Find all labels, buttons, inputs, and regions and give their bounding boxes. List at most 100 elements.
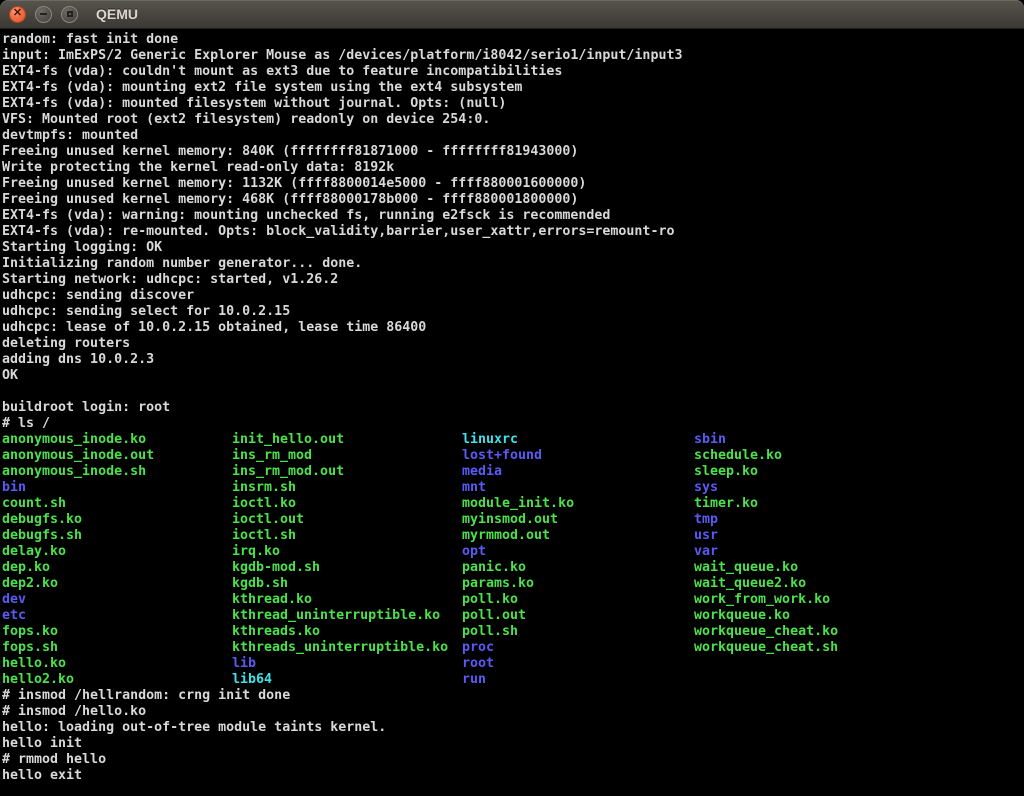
file-entry: root bbox=[462, 656, 694, 672]
log-line: hello exit bbox=[2, 768, 1024, 784]
ls-row: anonymous_inode.koinit_hello.outlinuxrcs… bbox=[2, 432, 1024, 448]
file-entry: var bbox=[694, 544, 1024, 560]
file-entry: anonymous_inode.ko bbox=[2, 432, 232, 448]
log-line: deleting routers bbox=[2, 336, 1024, 352]
file-entry: ioctl.out bbox=[232, 512, 462, 528]
ls-row: hello.kolibroot bbox=[2, 656, 1024, 672]
log-line: OK bbox=[2, 368, 1024, 384]
file-entry: irq.ko bbox=[232, 544, 462, 560]
file-entry: sbin bbox=[694, 432, 1024, 448]
file-entry: workqueue.ko bbox=[694, 608, 1024, 624]
log-line: EXT4-fs (vda): mounted filesystem withou… bbox=[2, 96, 1024, 112]
ls-row: debugfs.shioctl.shmyrmmod.outusr bbox=[2, 528, 1024, 544]
file-entry: fops.ko bbox=[2, 624, 232, 640]
file-entry: myinsmod.out bbox=[462, 512, 694, 528]
log-line: Starting network: udhcpc: started, v1.26… bbox=[2, 272, 1024, 288]
file-entry: poll.sh bbox=[462, 624, 694, 640]
log-line: # insmod /hellrandom: crng init done bbox=[2, 688, 1024, 704]
maximize-icon bbox=[67, 11, 73, 17]
ls-row: count.shioctl.komodule_init.kotimer.ko bbox=[2, 496, 1024, 512]
ls-row: devkthread.kopoll.kowork_from_work.ko bbox=[2, 592, 1024, 608]
file-entry: etc bbox=[2, 608, 232, 624]
file-entry: work_from_work.ko bbox=[694, 592, 1024, 608]
boot-log: random: fast init doneinput: ImExPS/2 Ge… bbox=[2, 32, 1024, 432]
log-line: EXT4-fs (vda): warning: mounting uncheck… bbox=[2, 208, 1024, 224]
file-entry: media bbox=[462, 464, 694, 480]
log-line: EXT4-fs (vda): couldn't mount as ext3 du… bbox=[2, 64, 1024, 80]
log-line: EXT4-fs (vda): mounting ext2 file system… bbox=[2, 80, 1024, 96]
file-entry: params.ko bbox=[462, 576, 694, 592]
empty-cell bbox=[694, 672, 1024, 688]
shell-output: # insmod /hellrandom: crng init done# in… bbox=[2, 688, 1024, 784]
close-icon: ✕ bbox=[13, 8, 22, 19]
file-entry: lib64 bbox=[232, 672, 462, 688]
file-entry: hello2.ko bbox=[2, 672, 232, 688]
log-line: Write protecting the kernel read-only da… bbox=[2, 160, 1024, 176]
log-line: buildroot login: root bbox=[2, 400, 1024, 416]
file-entry: kthreads_uninterruptible.ko bbox=[232, 640, 462, 656]
ls-row: bininsrm.shmntsys bbox=[2, 480, 1024, 496]
file-entry: bin bbox=[2, 480, 232, 496]
log-line: Starting logging: OK bbox=[2, 240, 1024, 256]
file-entry: fops.sh bbox=[2, 640, 232, 656]
file-entry: tmp bbox=[694, 512, 1024, 528]
file-entry: poll.ko bbox=[462, 592, 694, 608]
file-entry: kthreads.ko bbox=[232, 624, 462, 640]
ls-row: dep.kokgdb-mod.shpanic.kowait_queue.ko bbox=[2, 560, 1024, 576]
file-entry: linuxrc bbox=[462, 432, 694, 448]
ls-row: anonymous_inode.outins_rm_modlost+founds… bbox=[2, 448, 1024, 464]
log-line: hello init bbox=[2, 736, 1024, 752]
file-entry: dev bbox=[2, 592, 232, 608]
minimize-button[interactable] bbox=[35, 6, 52, 23]
log-line: # insmod /hello.ko bbox=[2, 704, 1024, 720]
log-line: adding dns 10.0.2.3 bbox=[2, 352, 1024, 368]
file-entry: wait_queue.ko bbox=[694, 560, 1024, 576]
log-line: EXT4-fs (vda): re-mounted. Opts: block_v… bbox=[2, 224, 1024, 240]
file-entry: ioctl.sh bbox=[232, 528, 462, 544]
file-entry: debugfs.sh bbox=[2, 528, 232, 544]
file-entry: module_init.ko bbox=[462, 496, 694, 512]
terminal-console[interactable]: random: fast init doneinput: ImExPS/2 Ge… bbox=[0, 30, 1024, 796]
log-line: Freeing unused kernel memory: 1132K (fff… bbox=[2, 176, 1024, 192]
file-entry: sys bbox=[694, 480, 1024, 496]
empty-cell bbox=[694, 656, 1024, 672]
file-entry: dep.ko bbox=[2, 560, 232, 576]
maximize-button[interactable] bbox=[61, 6, 78, 23]
log-line: Initializing random number generator... … bbox=[2, 256, 1024, 272]
file-entry: delay.ko bbox=[2, 544, 232, 560]
window-title: QEMU bbox=[96, 6, 138, 22]
file-entry: myrmmod.out bbox=[462, 528, 694, 544]
ls-row: etckthread_uninterruptible.kopoll.outwor… bbox=[2, 608, 1024, 624]
file-entry: schedule.ko bbox=[694, 448, 1024, 464]
log-line: VFS: Mounted root (ext2 filesystem) read… bbox=[2, 112, 1024, 128]
file-entry: count.sh bbox=[2, 496, 232, 512]
log-line: input: ImExPS/2 Generic Explorer Mouse a… bbox=[2, 48, 1024, 64]
log-line: udhcpc: sending select for 10.0.2.15 bbox=[2, 304, 1024, 320]
log-line: hello: loading out-of-tree module taints… bbox=[2, 720, 1024, 736]
file-entry: debugfs.ko bbox=[2, 512, 232, 528]
close-button[interactable]: ✕ bbox=[9, 6, 26, 23]
ls-output: anonymous_inode.koinit_hello.outlinuxrcs… bbox=[2, 432, 1024, 688]
file-entry: opt bbox=[462, 544, 694, 560]
log-line: udhcpc: sending discover bbox=[2, 288, 1024, 304]
file-entry: wait_queue2.ko bbox=[694, 576, 1024, 592]
log-line: Freeing unused kernel memory: 840K (ffff… bbox=[2, 144, 1024, 160]
file-entry: poll.out bbox=[462, 608, 694, 624]
file-entry: dep2.ko bbox=[2, 576, 232, 592]
log-line: random: fast init done bbox=[2, 32, 1024, 48]
ls-row: fops.shkthreads_uninterruptible.koprocwo… bbox=[2, 640, 1024, 656]
file-entry: sleep.ko bbox=[694, 464, 1024, 480]
ls-row: hello2.kolib64run bbox=[2, 672, 1024, 688]
file-entry: lost+found bbox=[462, 448, 694, 464]
ls-row: dep2.kokgdb.shparams.kowait_queue2.ko bbox=[2, 576, 1024, 592]
log-line: devtmpfs: mounted bbox=[2, 128, 1024, 144]
log-line: udhcpc: lease of 10.0.2.15 obtained, lea… bbox=[2, 320, 1024, 336]
file-entry: ins_rm_mod bbox=[232, 448, 462, 464]
log-line bbox=[2, 384, 1024, 400]
file-entry: insrm.sh bbox=[232, 480, 462, 496]
file-entry: ins_rm_mod.out bbox=[232, 464, 462, 480]
log-line: # rmmod hello bbox=[2, 752, 1024, 768]
log-line: # ls / bbox=[2, 416, 1024, 432]
file-entry: kthread.ko bbox=[232, 592, 462, 608]
file-entry: hello.ko bbox=[2, 656, 232, 672]
